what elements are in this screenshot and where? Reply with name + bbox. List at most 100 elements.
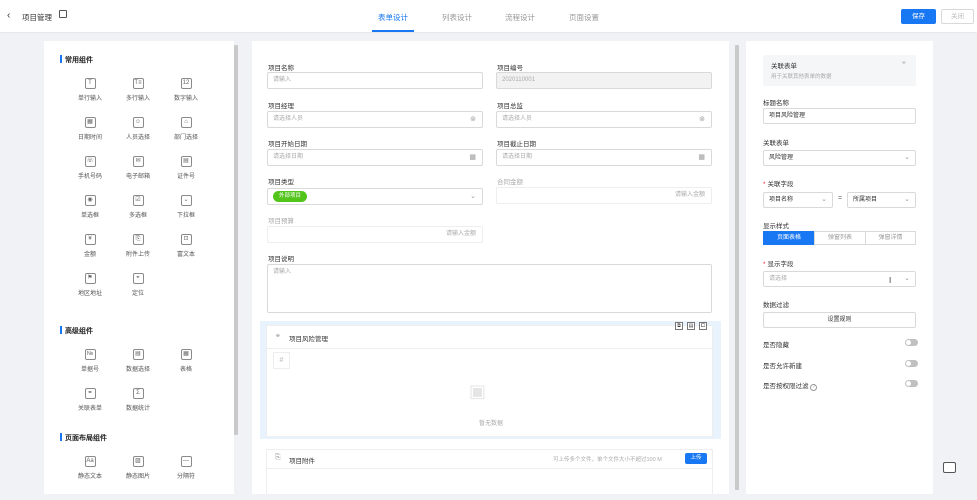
component-item[interactable]: ⎘ 附件上传 (116, 234, 160, 258)
help-icon[interactable]: ? (810, 384, 818, 391)
allow-new-toggle[interactable] (905, 360, 918, 367)
user-icon: ⊚ (699, 116, 705, 123)
component-item[interactable]: ⌄ 下拉框 (164, 195, 208, 219)
component-icon: ▦ (84, 117, 96, 128)
component-item[interactable]: ¥ 金额 (68, 234, 112, 258)
duplicate-icon[interactable]: ⧠ (699, 322, 707, 330)
component-item[interactable]: Σ 数据统计 (116, 388, 160, 412)
component-item[interactable]: — 分隔符 (164, 456, 208, 480)
close-button[interactable]: 关闭 (941, 9, 974, 24)
link-field-left-select[interactable]: 项目名称 ⌄ (763, 192, 833, 208)
empty-text: 暂无数据 (479, 421, 504, 427)
attachment-title: 项目附件 (289, 458, 315, 465)
permission-filter-toggle[interactable] (905, 380, 918, 387)
edit-icon[interactable] (59, 10, 67, 18)
text-cursor-icon: Ι (889, 276, 892, 285)
component-label: 地区地址 (77, 291, 102, 297)
clipboard-icon[interactable]: ▤ (687, 322, 695, 330)
chevron-down-icon: ⌄ (904, 275, 910, 282)
tab-flow-design[interactable]: 流程设计 (505, 12, 535, 23)
chevron-down-icon: ⌄ (904, 154, 910, 161)
component-item[interactable]: № 单据号 (68, 349, 112, 373)
component-label: 电子邮箱 (125, 174, 150, 180)
link-form-select[interactable]: 风险管理 ⌄ (763, 150, 916, 166)
user-icon: ⊚ (470, 116, 476, 123)
component-icon: ▤ (132, 349, 144, 360)
left-scrollbar[interactable] (234, 45, 238, 435)
component-label: 单据号 (80, 367, 99, 373)
component-item[interactable]: ▤ 证件号 (164, 156, 208, 180)
component-label: 单行输入 (77, 96, 102, 102)
component-icon: ▨ (132, 456, 144, 467)
display-field-select[interactable]: 请选择 ⌄ (763, 271, 916, 287)
tag-external: 外部项目 (273, 191, 308, 202)
set-rules-button[interactable]: 设置规则 (763, 312, 916, 328)
chat-icon[interactable] (943, 462, 956, 473)
component-item[interactable]: 12 数字输入 (164, 78, 208, 102)
component-icon: T (84, 78, 96, 89)
end-date-input[interactable]: 请选择日期 ▦ (496, 149, 712, 166)
project-type-select[interactable]: 外部项目 ⌄ (267, 188, 483, 205)
component-item[interactable]: T 单行输入 (68, 78, 112, 102)
component-item[interactable]: ⚑ 地区地址 (68, 273, 112, 297)
risk-block-title: 项目风险管理 (289, 336, 328, 343)
component-label: 关联表单 (77, 406, 102, 412)
component-icon: ¥ (84, 234, 96, 245)
field-label: 项目预算 (268, 218, 294, 225)
component-item[interactable]: ▦ 表格 (164, 349, 208, 373)
component-item[interactable]: ⌖ 定位 (116, 273, 160, 297)
project-name-input[interactable]: 请输入 (267, 72, 483, 89)
component-item[interactable]: ▦ 日期时间 (68, 117, 112, 141)
link-icon: ⚭ (901, 60, 907, 67)
component-icon: — (180, 456, 192, 467)
field-label: 项目开始日期 (268, 141, 307, 148)
component-item[interactable]: ▤ 数据选择 (116, 349, 160, 373)
component-icon: ⌂ (180, 117, 192, 128)
budget-input[interactable]: 请输入金额 (267, 226, 483, 243)
component-item[interactable]: ▨ 静态图片 (116, 456, 160, 480)
title-name-input[interactable]: 项目风险管理 (763, 108, 916, 124)
component-item[interactable]: T≡ 多行输入 (116, 78, 160, 102)
description-textarea[interactable]: 请输入 (267, 264, 712, 313)
center-scrollbar[interactable] (735, 45, 739, 490)
manager-input[interactable]: 请选择人员 ⊚ (267, 111, 483, 128)
component-icon: ☺ (132, 117, 144, 128)
field-label: 项目编号 (497, 65, 523, 72)
contract-amount-input[interactable]: 请输入金额 (496, 187, 712, 204)
calendar-icon: ▦ (469, 154, 476, 161)
back-icon[interactable]: ‹ (7, 10, 10, 21)
style-popup-list[interactable]: 弹窗列表 (814, 231, 866, 245)
component-item[interactable]: ◉ 单选框 (68, 195, 112, 219)
tab-list-design[interactable]: 列表设计 (442, 12, 472, 23)
component-label: 下拉框 (176, 213, 195, 219)
component-item[interactable]: ☺ 人员选择 (116, 117, 160, 141)
component-label: 富文本 (176, 252, 195, 258)
upload-button[interactable]: 上传 (685, 453, 707, 464)
link-field-right-select[interactable]: 所属项目 ⌄ (847, 192, 916, 208)
director-input[interactable]: 请选择人员 ⊚ (496, 111, 712, 128)
link-form-card: 关联表单 用于关联其他表单的数据 ⚭ (763, 55, 916, 86)
component-icon: ▦ (180, 349, 192, 360)
component-label: 证件号 (176, 174, 195, 180)
component-label: 数据统计 (125, 406, 150, 412)
component-icon: Aa (84, 456, 96, 467)
component-item[interactable]: ✉ 电子邮箱 (116, 156, 160, 180)
component-icon: ⊡ (180, 234, 192, 245)
tab-form-design[interactable]: 表单设计 (378, 12, 408, 23)
component-item[interactable]: Aa 静态文本 (68, 456, 112, 480)
hidden-toggle[interactable] (905, 339, 918, 346)
component-item[interactable]: ⚭ 关联表单 (68, 388, 112, 412)
copy-icon[interactable]: ⧉ (675, 322, 683, 330)
start-date-input[interactable]: 请选择日期 ▦ (267, 149, 483, 166)
component-item[interactable]: ☑ 多选框 (116, 195, 160, 219)
style-page-table[interactable]: 页面表格 (763, 231, 815, 245)
save-button[interactable]: 保存 (901, 9, 936, 24)
component-item[interactable]: ☏ 手机号码 (68, 156, 112, 180)
component-icon: ⌖ (132, 273, 144, 284)
component-item[interactable]: ⊡ 富文本 (164, 234, 208, 258)
field-label: 项目名称 (268, 65, 294, 72)
tab-page-settings[interactable]: 页面设置 (569, 12, 599, 23)
component-item[interactable]: ⌂ 部门选择 (164, 117, 208, 141)
component-icon: ⚑ (84, 273, 96, 284)
style-popup-detail[interactable]: 弹窗详情 (865, 231, 916, 245)
